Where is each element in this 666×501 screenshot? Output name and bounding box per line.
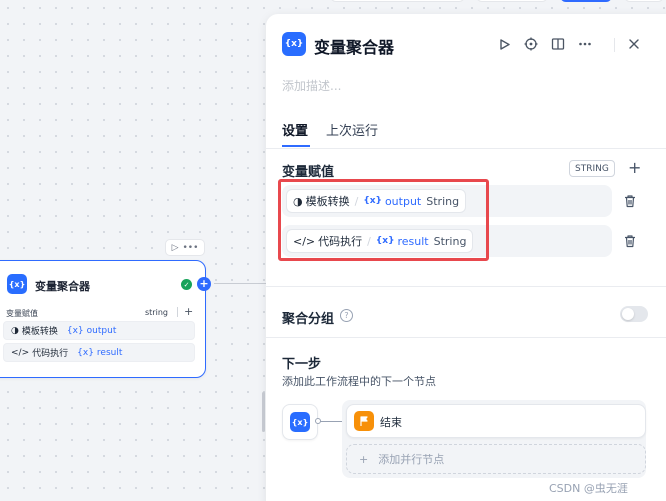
divider [266,337,666,338]
docs-book-icon[interactable] [550,36,566,52]
node-variable-row: </> 代码执行 {x} result [3,343,195,362]
divider [266,286,666,287]
source-node-name: 模板转换 [21,327,58,337]
panel-resize-handle[interactable] [262,392,265,432]
variables-section-label: 变量赋值 [282,165,335,180]
toolbar-fragment[interactable] [476,0,548,2]
node-var-label: 变量赋值 [6,309,38,318]
toggle-knob [622,308,634,320]
next-step-label: 下一步 [282,357,322,372]
connection-handle [315,418,321,424]
variable-name: result [96,347,123,358]
panel-title[interactable]: 变量聚合器 [314,34,394,58]
toolbar-fragment-primary[interactable] [560,0,612,2]
watermark: CSDN @虫无涯 [549,482,628,495]
end-node-label: 结束 [380,416,402,429]
add-variable-button[interactable]: + [184,305,193,318]
source-node-name: 代码执行 [32,349,69,359]
node-title: 变量聚合器 [35,280,90,293]
next-step-description: 添加此工作流程中的下一个节点 [282,375,436,388]
close-icon[interactable] [626,36,642,52]
variable-icon: {x} [7,274,27,294]
more-icon[interactable]: ••• [182,243,198,253]
highlight-annotation-box [278,179,489,261]
variable-icon: {x} [66,325,84,336]
divider [266,148,666,149]
node-variable-row: ◑ 模板转换 {x} output [3,321,195,340]
variable-icon: {x} [282,32,306,56]
variable-icon: {x} [290,412,310,432]
tab-settings[interactable]: 设置 [282,120,308,139]
node-mini-toolbar: ▷ ••• [165,239,205,256]
more-icon[interactable] [577,36,593,52]
add-next-node-button[interactable]: + [197,277,211,291]
locate-icon[interactable] [523,36,539,52]
delete-trash-icon[interactable] [622,193,638,209]
active-tab-indicator [282,145,310,147]
run-icon[interactable] [496,36,512,52]
tab-last-run[interactable]: 上次运行 [326,120,378,139]
grouping-label: 聚合分组 [282,312,335,327]
plus-icon: + [359,452,369,466]
output-type-badge: STRING [569,160,615,177]
connection-line [318,421,344,422]
template-transform-icon: ◑ [11,325,19,336]
toolbar-fragment[interactable] [330,0,465,2]
divider [177,307,178,317]
code-icon: </> [11,347,30,358]
divider [614,38,615,52]
success-check-icon: ✓ [181,279,192,290]
canvas-node-variable-aggregator[interactable]: {x} 变量聚合器 ✓ + 变量赋值 string + ◑ 模板转换 {x} o… [0,260,211,378]
help-icon[interactable]: ? [340,309,353,322]
delete-trash-icon[interactable] [622,233,638,249]
variable-icon: {x} [77,347,94,358]
run-node-icon[interactable]: ▷ [172,243,179,253]
variable-name: output [86,325,117,336]
edge-line [214,283,266,284]
add-parallel-label: 添加并行节点 [378,453,445,466]
add-variable-button[interactable]: + [628,158,641,177]
add-parallel-node-button[interactable]: + 添加并行节点 [346,444,646,474]
toolbar-fragment[interactable] [624,0,664,2]
end-flag-icon [354,411,374,431]
node-type-label: string [145,308,168,317]
description-input[interactable]: 添加描述... [282,77,341,94]
